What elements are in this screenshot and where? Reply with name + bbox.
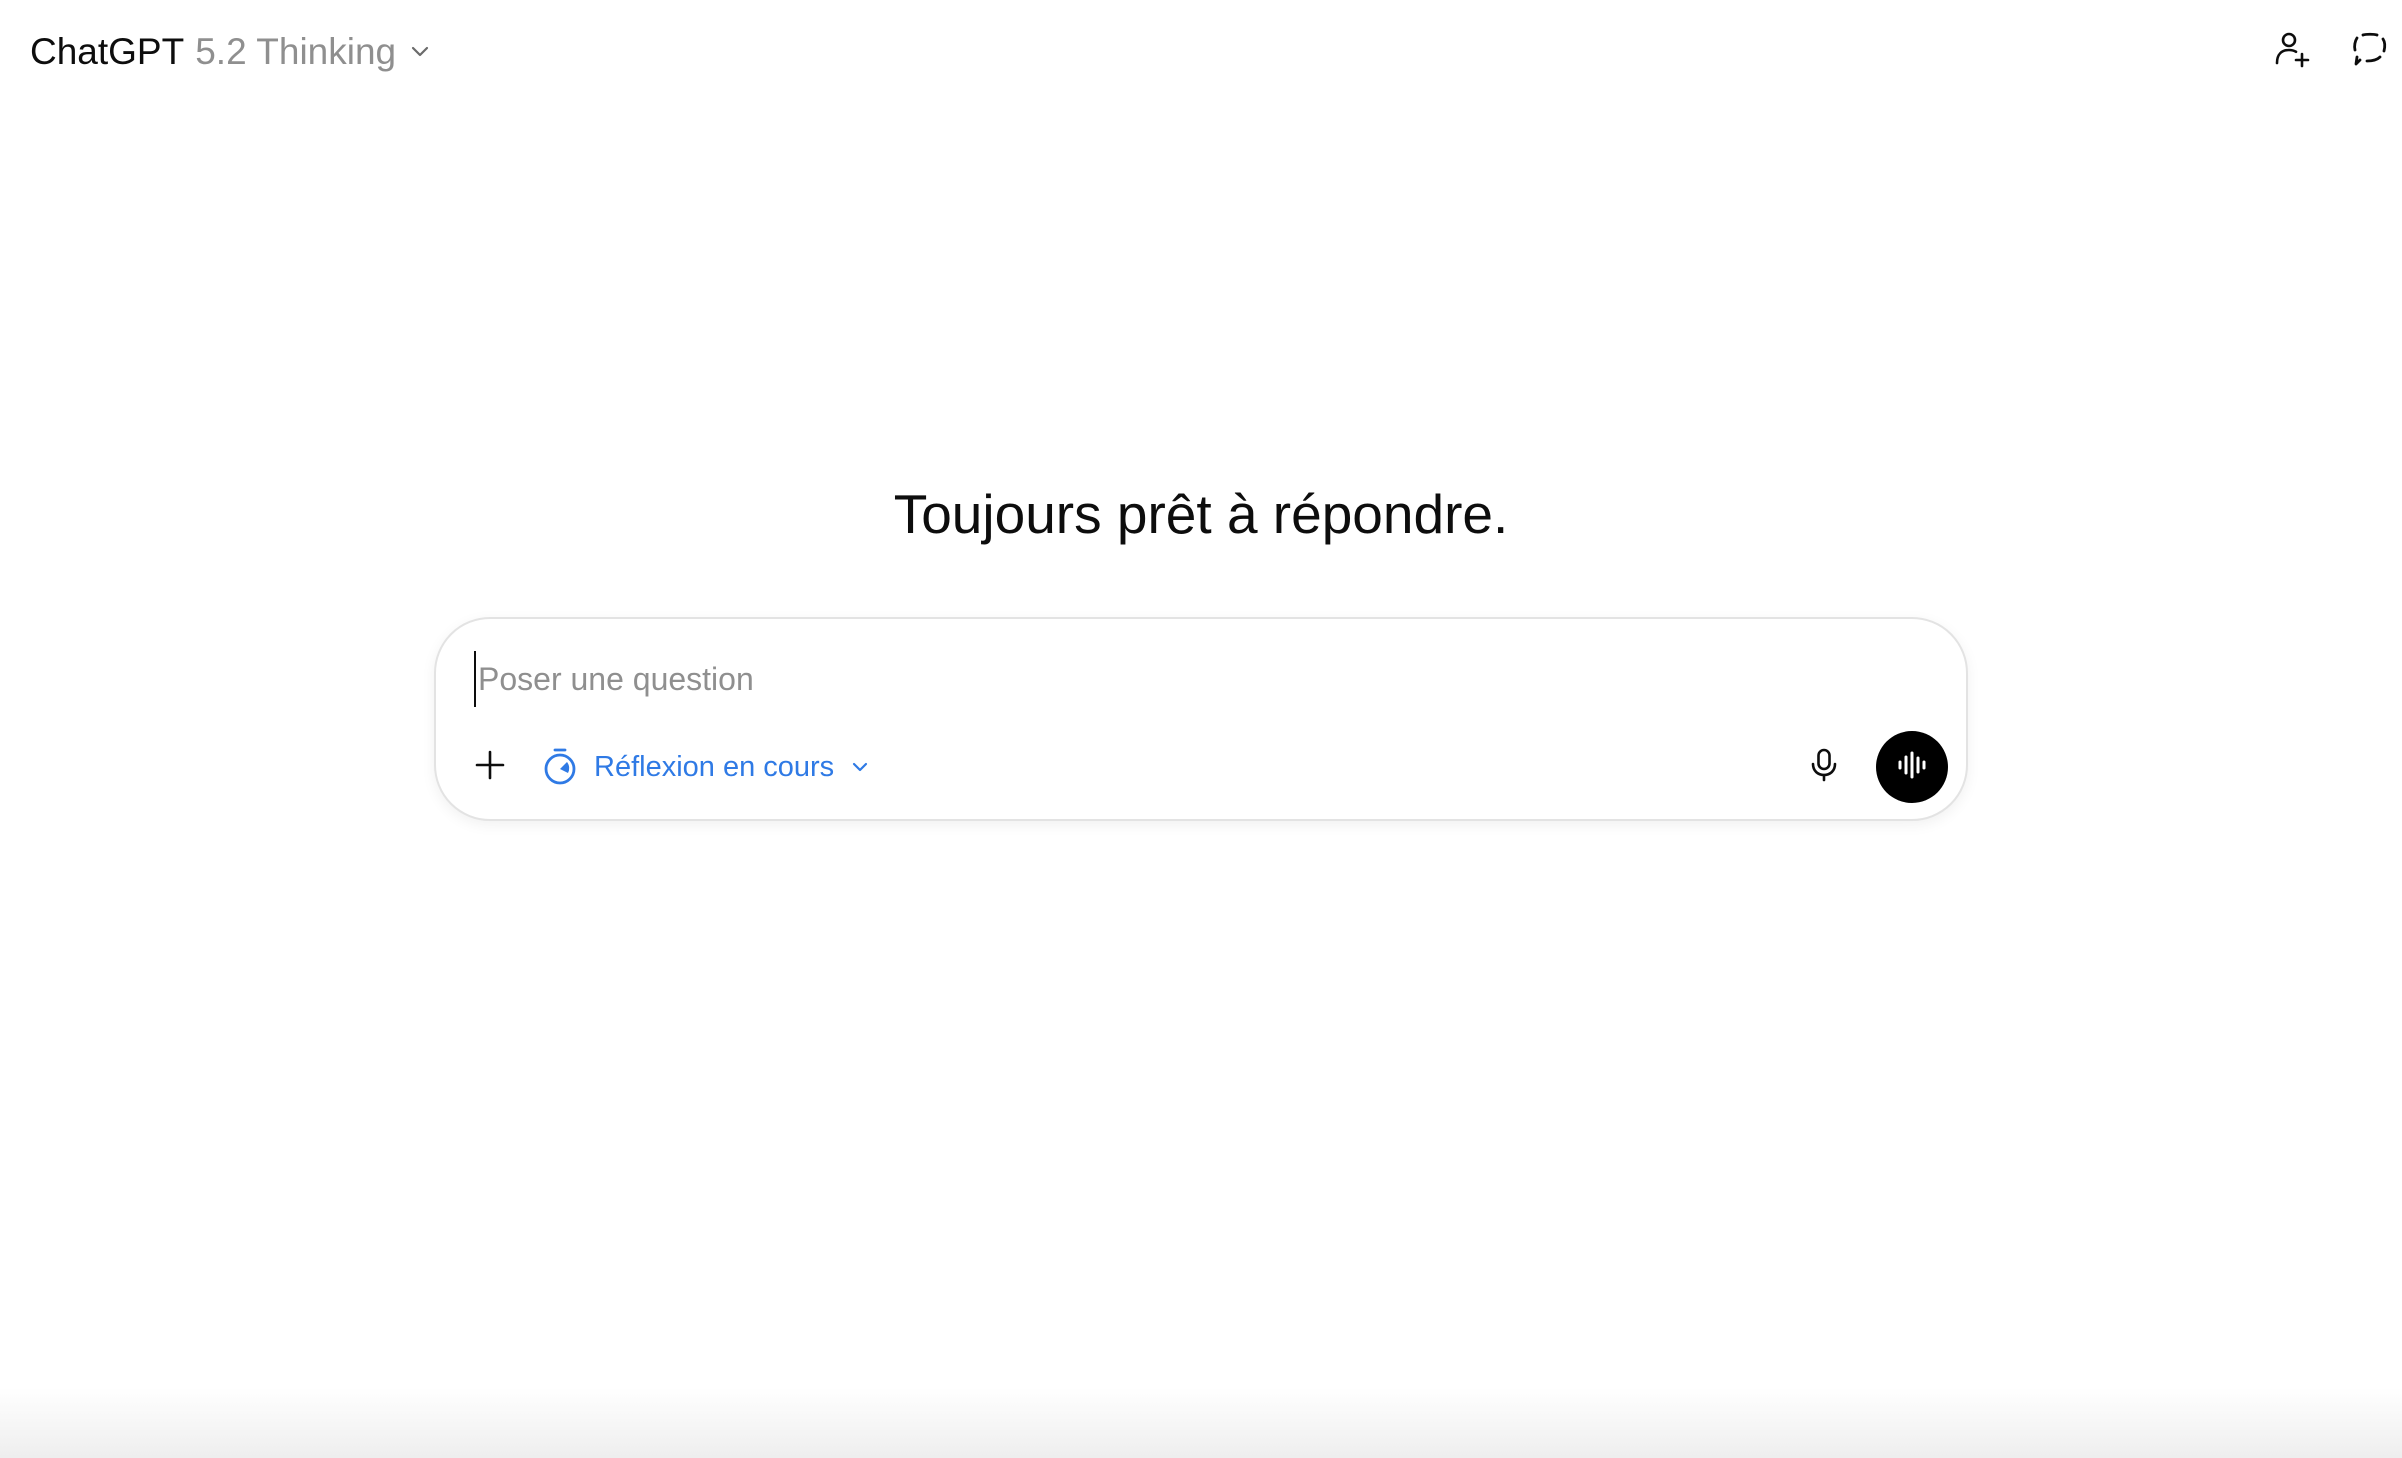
temporary-chat-button[interactable]: [2342, 23, 2398, 79]
bottom-fade: [0, 1388, 2402, 1458]
voice-mode-button[interactable]: [1876, 731, 1948, 803]
waveform-icon: [1895, 748, 1929, 787]
microphone-icon: [1806, 747, 1842, 788]
chevron-down-icon: [408, 39, 432, 63]
invite-button[interactable]: [2264, 23, 2320, 79]
user-plus-icon: [2272, 29, 2312, 74]
header-actions: [2264, 22, 2402, 80]
reasoning-mode-label: Réflexion en cours: [594, 750, 835, 783]
dashed-chat-bubble-icon: [2350, 29, 2390, 74]
top-bar: ChatGPT 5.2 Thinking: [0, 0, 2402, 102]
prompt-input[interactable]: [474, 651, 1878, 707]
reasoning-mode-button[interactable]: Réflexion en cours: [532, 739, 880, 795]
composer-toolbar: Réflexion en cours: [460, 729, 1948, 805]
plus-icon: [473, 748, 507, 787]
model-version: 5.2 Thinking: [195, 30, 397, 72]
chevron-down-icon: [848, 755, 872, 779]
page-title: Toujours prêt à répondre.: [893, 483, 1509, 545]
dictate-button[interactable]: [1794, 737, 1854, 797]
attach-button[interactable]: [460, 737, 520, 797]
chat-page: ChatGPT 5.2 Thinking Toujours prêt à rép…: [0, 0, 2402, 1458]
model-selector[interactable]: ChatGPT 5.2 Thinking: [20, 22, 442, 80]
stopwatch-icon: [540, 747, 580, 787]
composer: Réflexion en cours: [434, 617, 1968, 821]
model-name: ChatGPT: [30, 30, 185, 72]
